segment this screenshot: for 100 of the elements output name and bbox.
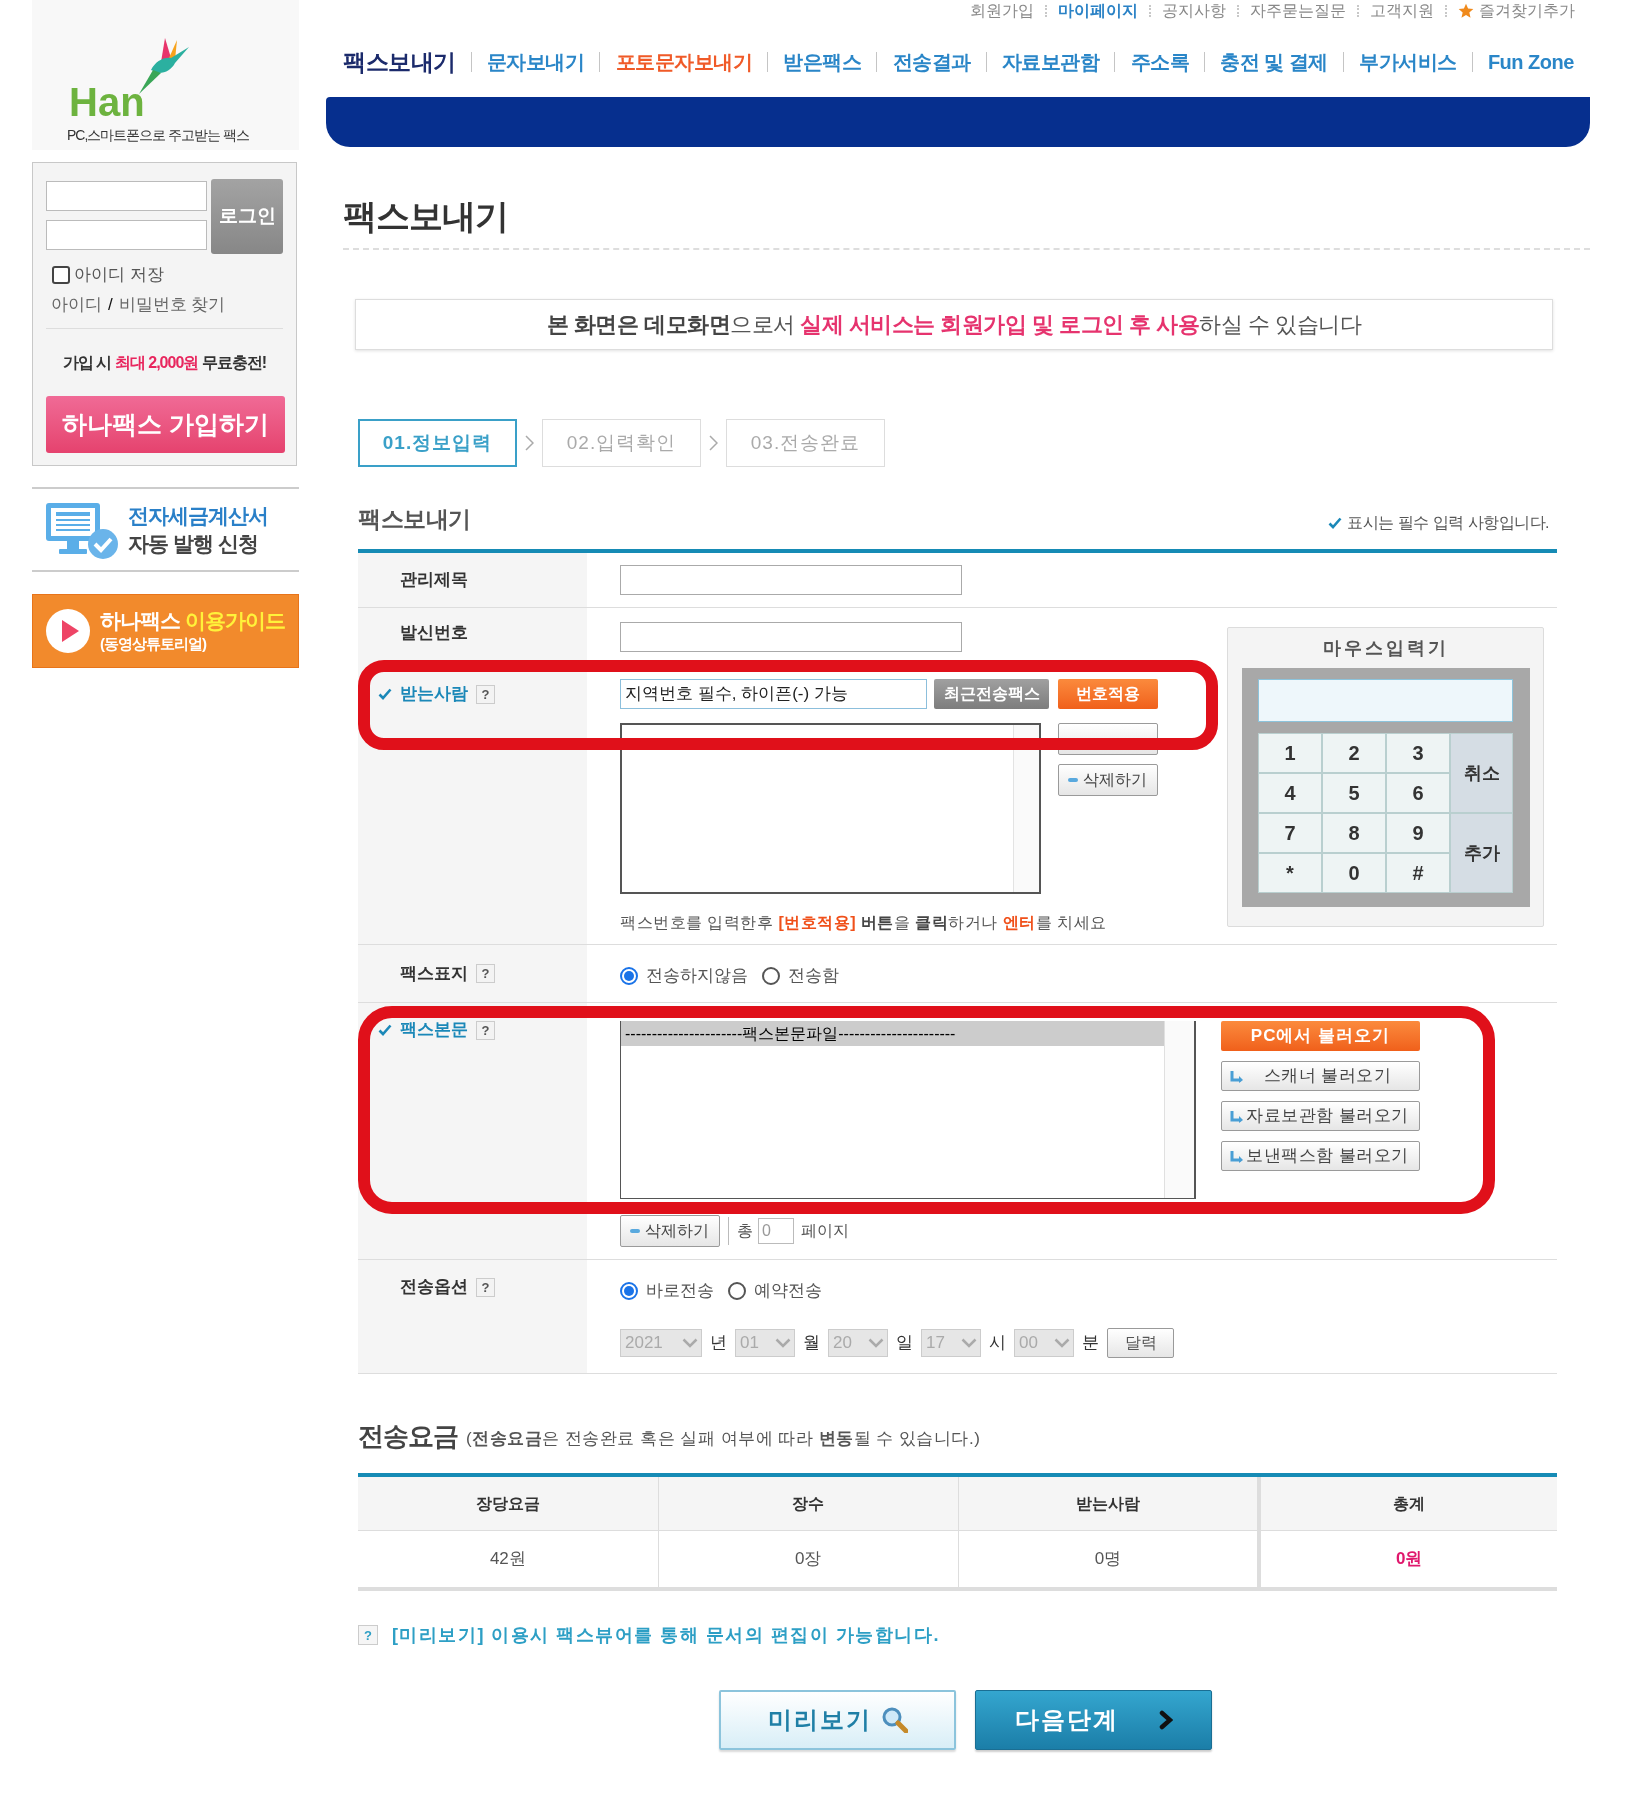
recent-fax-button[interactable]: 최근전송팩스 <box>934 679 1049 709</box>
radio-label: 바로전송 <box>646 1280 714 1303</box>
date-unit: 년 <box>710 1332 727 1355</box>
subject-field[interactable] <box>620 565 962 595</box>
nav-tab[interactable]: 팩스보내기 <box>343 44 456 80</box>
top-link[interactable]: 공지사항 <box>1162 1 1226 21</box>
recipient-list-field[interactable] <box>620 723 1041 894</box>
nav-tab[interactable]: 자료보관함 <box>1001 47 1100 77</box>
table-header-cell: 받는사람 <box>957 1477 1258 1531</box>
nav-tab[interactable]: 부가서비스 <box>1359 47 1457 77</box>
help-button[interactable]: ? <box>476 1020 495 1040</box>
table-header-cell: 총계 <box>1257 1477 1557 1531</box>
nav-tab[interactable]: 포토문자보내기 <box>615 47 752 77</box>
delete-button[interactable]: 삭제하기 <box>620 1215 720 1247</box>
keypad-key[interactable]: # <box>1386 853 1450 893</box>
table-header-cell: 장수 <box>657 1477 958 1531</box>
logo-tagline: PC,스마트폰으로 주고받는 팩스 <box>67 127 250 144</box>
help-button[interactable]: ? <box>358 1625 378 1645</box>
banner-title[interactable]: 전자세금계산서 <box>128 501 268 530</box>
nav-tab[interactable]: Fun Zone <box>1487 47 1574 77</box>
minus-icon <box>1068 778 1078 782</box>
keypad-key[interactable]: 8 <box>1322 813 1386 853</box>
keypad-key[interactable]: 0 <box>1322 853 1386 893</box>
keypad-key[interactable]: 6 <box>1386 773 1450 813</box>
radio-button[interactable] <box>762 966 780 985</box>
load-from-pc-button[interactable]: PC에서 불러오기 <box>1221 1021 1420 1051</box>
scrollbar-track[interactable] <box>1013 725 1039 892</box>
help-button[interactable]: ? <box>476 684 495 704</box>
top-link[interactable]: 회원가입 <box>970 1 1034 21</box>
help-button[interactable]: ? <box>476 964 495 983</box>
banner-subtitle[interactable]: 자동 발행 신청 <box>128 529 268 558</box>
check-icon <box>378 688 392 700</box>
date-unit: 일 <box>896 1332 913 1355</box>
preview-note: [미리보기] 이용시 팩스뷰어를 통해 문서의 편집이 가능합니다. <box>392 1623 940 1647</box>
section-title: 팩스보내기 <box>358 504 471 534</box>
import-button[interactable]: 스캐너 불러오기 <box>1221 1061 1420 1091</box>
field-label: 발신번호 <box>400 623 468 643</box>
nav-tab[interactable]: 문자보내기 <box>486 47 585 77</box>
top-link[interactable]: 마이페이지 <box>1058 1 1138 21</box>
guide-banner[interactable]: 하나팩스 이용가이드 (동영상튜토리얼) <box>32 594 299 668</box>
login-field[interactable] <box>46 220 207 250</box>
nav-tab[interactable]: 주소록 <box>1130 47 1189 77</box>
keypad-key[interactable]: 추가 <box>1450 813 1513 893</box>
fax-file-list[interactable]: ----------------------팩스본문파일---------------------- <box>620 1021 1196 1199</box>
apply-number-button[interactable]: 번호적용 <box>1058 679 1158 709</box>
fax-number-field[interactable]: 지역번호 필수, 하이픈(-) 가능 <box>620 679 927 709</box>
page-title: 팩스보내기 <box>343 196 508 236</box>
top-link[interactable]: 고객지원 <box>1370 1 1434 21</box>
nav-tab[interactable]: 충전 및 결제 <box>1220 47 1328 77</box>
find-account-link[interactable]: 비밀번호 찾기 <box>118 294 226 316</box>
find-account-link[interactable]: 아이디 <box>51 294 102 316</box>
login-field[interactable] <box>46 181 207 211</box>
table-header-cell: 장당요금 <box>358 1477 658 1531</box>
table-cell: 0원 <box>1257 1531 1557 1587</box>
fax-number-hint: 팩스번호를 입력한후 [번호적용] 버튼을 클릭하거나 엔터 를 치세요 <box>620 913 1108 933</box>
keypad-display-field[interactable] <box>1258 679 1513 722</box>
preview-button[interactable]: 미리보기 <box>719 1690 956 1750</box>
file-item[interactable]: ----------------------팩스본문파일---------------------- <box>621 1021 1164 1046</box>
keypad-key[interactable]: * <box>1258 853 1322 893</box>
caret-icon <box>868 1338 884 1348</box>
caret-icon <box>961 1338 977 1348</box>
keypad-key[interactable]: 4 <box>1258 773 1322 813</box>
arrow-icon <box>1230 1109 1244 1123</box>
import-button[interactable]: 자료보관함 불러오기 <box>1221 1101 1420 1131</box>
table-cell-text: 42원 <box>488 1548 527 1571</box>
keypad-key[interactable]: 7 <box>1258 813 1322 853</box>
keypad-key[interactable]: 2 <box>1322 733 1386 773</box>
login-button[interactable]: 로그인 <box>211 179 283 254</box>
checkbox[interactable] <box>52 266 70 284</box>
radio-button[interactable] <box>620 966 638 985</box>
radio-label: 전송함 <box>788 964 839 987</box>
keypad-key[interactable]: 3 <box>1386 733 1450 773</box>
nav-tab[interactable]: 전송결과 <box>892 47 971 77</box>
logo-text: Han <box>69 82 145 122</box>
keypad-key[interactable]: 9 <box>1386 813 1450 853</box>
sender-number-field[interactable] <box>620 622 962 652</box>
next-step-button[interactable]: 다음단계 <box>975 1690 1212 1750</box>
date-unit: 시 <box>989 1332 1006 1355</box>
play-icon <box>46 609 90 653</box>
delete-button[interactable]: 삭제하기 <box>1058 764 1158 796</box>
keypad-key[interactable]: 5 <box>1322 773 1386 813</box>
field-label: 팩스본문 <box>400 1020 468 1040</box>
import-button[interactable]: 보낸팩스함 불러오기 <box>1221 1141 1420 1171</box>
scrollbar-track[interactable] <box>1164 1021 1194 1198</box>
keypad-key[interactable]: 1 <box>1258 733 1322 773</box>
top-link[interactable]: 자주묻는질문 <box>1250 1 1346 21</box>
top-link[interactable]: 즐겨찾기추가 <box>1479 1 1575 21</box>
signup-button[interactable]: 하나팩스 가입하기 <box>46 396 285 453</box>
keypad-title: 마우스입력기 <box>1322 636 1449 660</box>
chevron-right-icon <box>525 435 534 451</box>
chevron-right-icon <box>1158 1710 1173 1730</box>
keypad-key[interactable]: 취소 <box>1450 733 1513 813</box>
date-unit: 분 <box>1082 1332 1099 1355</box>
star-icon <box>1458 3 1474 19</box>
page-count-field[interactable]: 0 <box>758 1218 794 1244</box>
demo-notice: 본 화면은 데모화면으로서 실제 서비스는 회원가입 및 로그인 후 사용하실 수 있습니다 <box>355 299 1553 350</box>
arrow-icon <box>1230 1149 1244 1163</box>
field-label: 팩스표지 <box>400 963 468 984</box>
link-separator: / <box>108 294 113 316</box>
nav-tab[interactable]: 받은팩스 <box>783 47 862 77</box>
